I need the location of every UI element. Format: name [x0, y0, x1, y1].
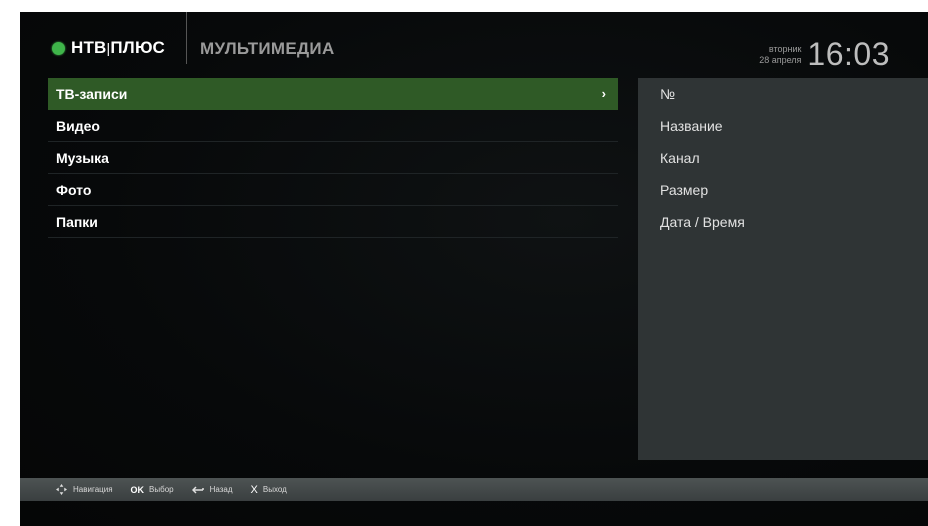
logo-dot-icon — [52, 41, 65, 55]
hint-label: Назад — [209, 485, 233, 494]
tv-screen: НТВ|ПЛЮС МУЛЬТИМЕДИА вторник 28 апреля 1… — [20, 12, 928, 526]
media-menu: ТВ-записи › Видео Музыка Фото Папки — [48, 78, 618, 238]
section-title: МУЛЬТИМЕДИА — [200, 39, 335, 58]
header-divider — [186, 12, 187, 64]
logo-text: НТВ|ПЛЮС — [71, 38, 165, 57]
hint-label: Выход — [262, 485, 287, 494]
time: 16:03 — [807, 36, 890, 72]
menu-item-music[interactable]: Музыка — [48, 142, 618, 174]
weekday: вторник — [768, 43, 802, 54]
hint-label: Навигация — [73, 485, 113, 494]
dpad-icon — [56, 484, 67, 495]
menu-item-label: Папки — [56, 213, 98, 230]
menu-item-label: ТВ-записи — [56, 85, 128, 102]
ntv-plus-logo: НТВ|ПЛЮС — [52, 38, 165, 58]
sort-options-panel: № Название Канал Размер Дата / Время — [638, 78, 928, 460]
x-key: X — [250, 483, 258, 496]
menu-item-label: Фото — [56, 181, 92, 198]
date-block: вторник 28 апреля — [759, 44, 801, 66]
back-arrow-icon — [191, 485, 204, 494]
hint-bar: Навигация OK Выбор Назад X Выход — [20, 478, 928, 501]
hint-label: Выбор — [149, 485, 174, 494]
sort-option-channel[interactable]: Канал — [638, 142, 928, 174]
sort-option-datetime[interactable]: Дата / Время — [638, 206, 928, 238]
clock: вторник 28 апреля 16:03 — [759, 36, 890, 73]
menu-item-tv-recordings[interactable]: ТВ-записи › — [48, 78, 618, 110]
hint-back: Назад — [191, 485, 233, 494]
menu-item-label: Видео — [56, 117, 100, 134]
menu-item-photo[interactable]: Фото — [48, 174, 618, 206]
sort-option-name[interactable]: Название — [638, 110, 928, 142]
hint-exit: X Выход — [251, 484, 287, 496]
date: 28 апреля — [759, 54, 802, 65]
menu-item-label: Музыка — [56, 149, 109, 166]
sort-option-size[interactable]: Размер — [638, 174, 928, 206]
sort-option-number[interactable]: № — [638, 78, 928, 110]
header: НТВ|ПЛЮС МУЛЬТИМЕДИА вторник 28 апреля 1… — [20, 12, 928, 80]
menu-item-video[interactable]: Видео — [48, 110, 618, 142]
hint-navigation: Навигация — [56, 484, 113, 495]
ok-key: OK — [130, 484, 145, 495]
hint-ok: OK Выбор — [131, 485, 174, 495]
chevron-right-icon: › — [601, 86, 606, 101]
menu-item-folders[interactable]: Папки — [48, 206, 618, 238]
